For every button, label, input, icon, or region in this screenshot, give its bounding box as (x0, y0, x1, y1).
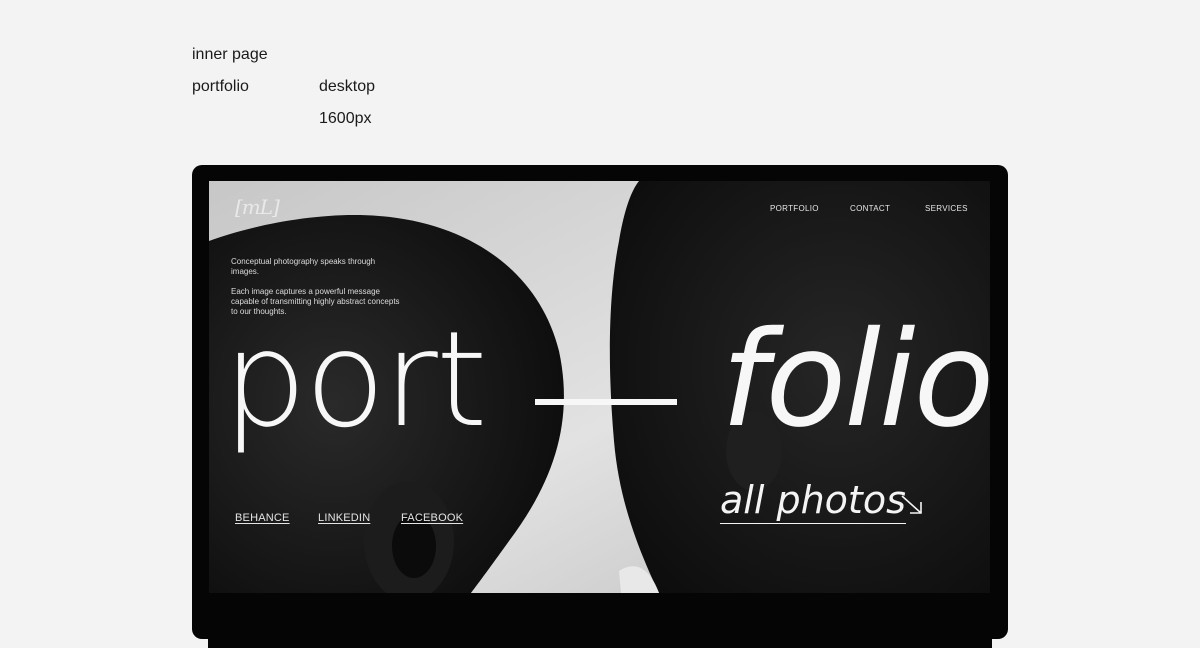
behance-link[interactable]: BEHANCE (235, 512, 290, 524)
device-label: desktop (319, 78, 376, 95)
page-type-label: inner page (192, 46, 268, 63)
monitor-stand (208, 628, 992, 648)
intro-text-1: Conceptual photography speaks through im… (231, 257, 376, 276)
nav-services[interactable]: SERVICES (925, 204, 968, 213)
nav-contact[interactable]: CONTACT (850, 204, 890, 213)
section-label: portfolio (192, 78, 249, 95)
arrow-down-right-icon[interactable] (899, 493, 925, 517)
hero-title-left: port (223, 303, 488, 457)
nav-portfolio[interactable]: PORTFOLIO (770, 204, 819, 213)
site-logo[interactable]: [mL] (235, 195, 280, 219)
website-screen: [mL] PORTFOLIO CONTACT SERVICES Conceptu… (209, 181, 990, 593)
width-label: 1600px (319, 110, 372, 127)
linkedin-link[interactable]: LINKEDIN (318, 512, 370, 524)
all-photos-link[interactable]: all photos (720, 477, 906, 524)
hero-dash (535, 399, 677, 405)
facebook-link[interactable]: FACEBOOK (401, 512, 463, 524)
hero-title-right: folio (721, 303, 990, 457)
